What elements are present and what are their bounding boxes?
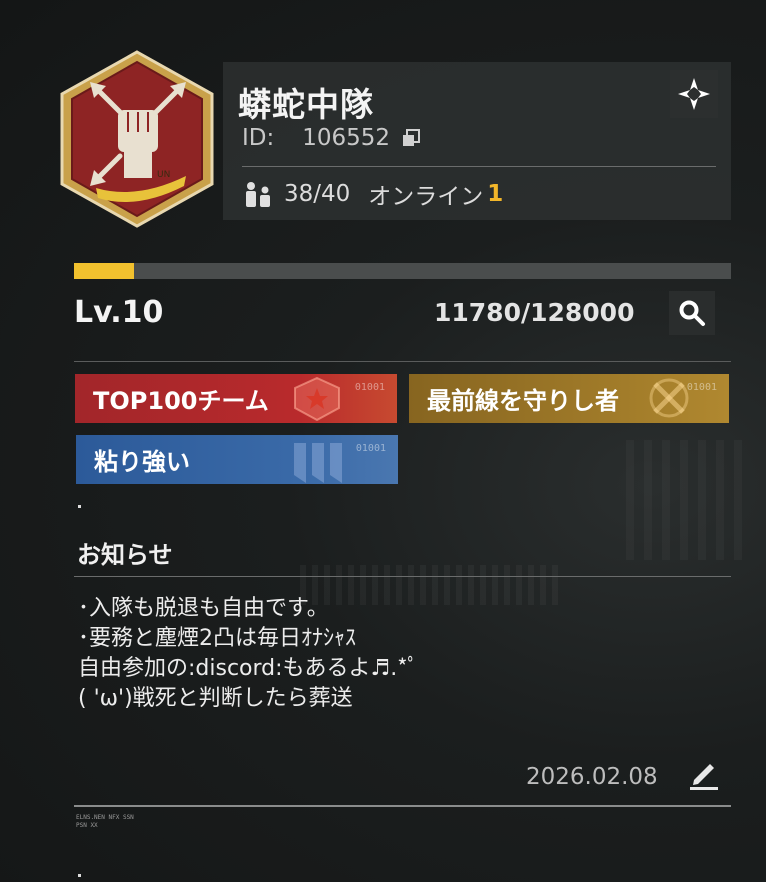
tag-code: 01001 bbox=[354, 382, 385, 393]
xp-progress-bar bbox=[74, 263, 731, 279]
search-icon bbox=[679, 300, 705, 326]
online-count: 1 bbox=[487, 181, 504, 207]
edit-button[interactable] bbox=[686, 756, 722, 792]
divider bbox=[74, 805, 731, 807]
member-row: 38/40 オンライン 1 bbox=[242, 177, 503, 211]
edit-icon bbox=[690, 764, 718, 790]
emblem-text: UN bbox=[157, 170, 171, 180]
member-count: 38/40 bbox=[284, 181, 351, 207]
notice-date: 2026.02.08 bbox=[526, 764, 658, 790]
guild-level: Lv.10 bbox=[74, 295, 164, 330]
xp-progress-fill bbox=[74, 263, 135, 279]
notice-line: 自由参加の:discord:もあるよ♬.*ﾟ bbox=[78, 656, 419, 681]
target-button[interactable] bbox=[670, 70, 718, 118]
tag-code: 01001 bbox=[686, 382, 717, 393]
guild-name: 蟒蛇中隊 bbox=[238, 85, 374, 124]
background-decoration bbox=[626, 440, 746, 560]
fine-print-line: ELNS.NEN NFX SSN bbox=[76, 814, 134, 821]
tag-label: 最前線を守りし者 bbox=[427, 387, 619, 415]
target-icon bbox=[678, 78, 710, 110]
star-shield-icon bbox=[294, 376, 340, 422]
decorative-dot bbox=[78, 874, 81, 877]
notice-line: ( 'ω')戦死と判断したら葬送 bbox=[78, 686, 353, 711]
xp-value: 11780/128000 bbox=[434, 298, 635, 327]
footer-fine-print: ELNS.NEN NFX SSN PSN XX bbox=[76, 814, 134, 830]
fine-print-line: PSN XX bbox=[76, 822, 98, 829]
online-label: オンライン bbox=[368, 184, 484, 210]
guild-id-row: ID: 106552 bbox=[242, 125, 422, 151]
members-icon bbox=[246, 182, 270, 207]
header-divider bbox=[242, 166, 716, 167]
tag-label: TOP100チーム bbox=[93, 387, 269, 415]
notice-title: お知らせ bbox=[77, 541, 173, 569]
tag-frontline[interactable]: 最前線を守りし者 01001 bbox=[409, 374, 729, 423]
divider bbox=[74, 361, 731, 362]
decorative-dot bbox=[78, 505, 81, 508]
notice-line: ･要務と塵煙2凸は毎日ｵﾅｼｬｽ bbox=[78, 626, 356, 651]
notice-body: ･入隊も脱退も自由です。 ･要務と塵煙2凸は毎日ｵﾅｼｬｽ 自由参加の:disc… bbox=[78, 594, 419, 714]
divider bbox=[74, 576, 731, 577]
tag-top100[interactable]: TOP100チーム 01001 bbox=[75, 374, 397, 423]
copy-icon[interactable] bbox=[400, 127, 422, 149]
id-label: ID: bbox=[242, 125, 275, 151]
search-button[interactable] bbox=[669, 291, 715, 335]
tag-code: 01001 bbox=[355, 443, 386, 454]
notice-line: ･入隊も脱退も自由です。 bbox=[78, 596, 329, 621]
guild-emblem bbox=[60, 50, 214, 228]
tag-label: 粘り強い bbox=[94, 448, 190, 476]
guild-id-value: 106552 bbox=[302, 125, 391, 151]
bars-icon bbox=[294, 443, 342, 483]
tag-tenacious[interactable]: 粘り強い 01001 bbox=[76, 435, 398, 484]
